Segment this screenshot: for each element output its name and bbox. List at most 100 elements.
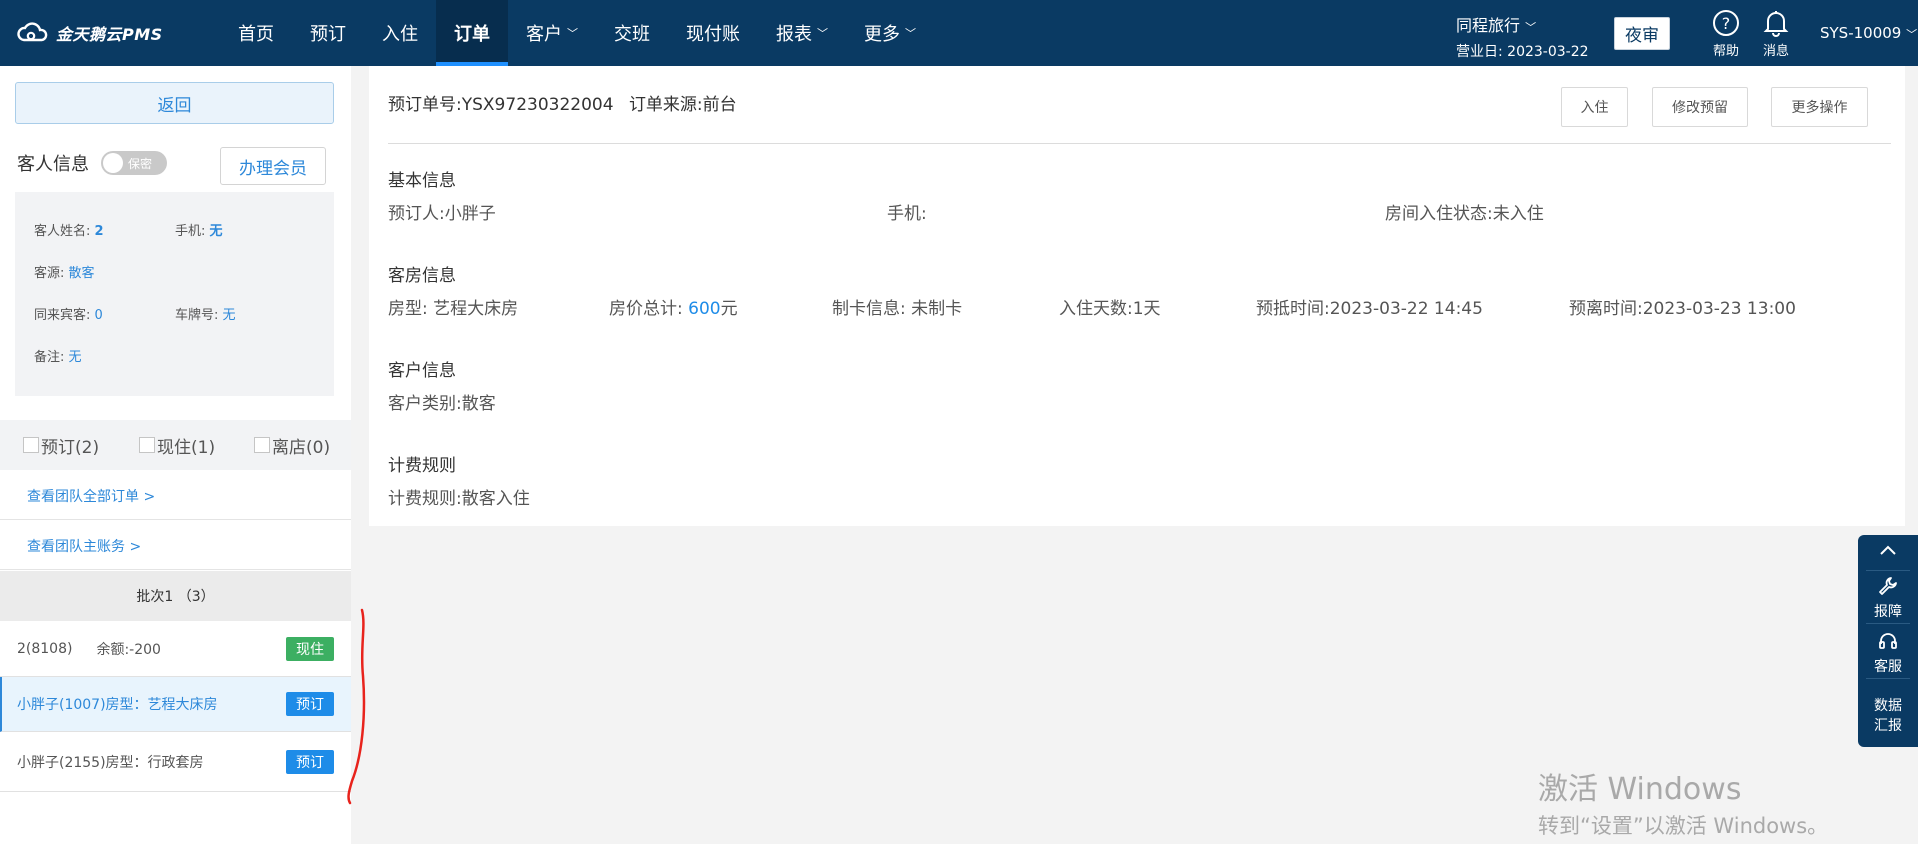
order-detail-panel: 预订单号:YSX97230322004 订单来源:前台 入住 修改预留 更多操作…	[369, 66, 1905, 526]
room-list-item[interactable]: 小胖子(2155)房型：行政套房 预订	[0, 732, 351, 792]
customer-category-value: 散客	[461, 394, 496, 414]
divider	[1866, 678, 1910, 679]
remark-field: 备注: 无	[34, 346, 82, 365]
wrench-icon	[1879, 577, 1897, 595]
filter-in-house-checkbox[interactable]: 现住(1)	[139, 433, 215, 458]
room-name: 小胖子(2155)房型：行政套房	[17, 754, 204, 771]
view-team-orders-link[interactable]: 查看团队全部订单 >	[0, 472, 351, 520]
divider	[1866, 570, 1910, 571]
hotel-name: 同程旅行	[1456, 16, 1521, 35]
room-type-value: 艺程大床房	[433, 299, 519, 319]
customer-service-button[interactable]: 客服	[1858, 630, 1918, 676]
data-report-label-1: 数据	[1874, 698, 1902, 714]
nav-checkin[interactable]: 入住	[364, 0, 436, 66]
arrival-value: 2023-03-22 14:45	[1329, 299, 1483, 319]
logo-text: 金天鹅云PMS	[56, 25, 163, 44]
room-price-field: 房价总计: 600元	[609, 294, 738, 319]
filter-checked-out-checkbox[interactable]: 离店(0)	[254, 433, 330, 458]
more-actions-button[interactable]: 更多操作	[1771, 87, 1868, 127]
order-source: 前台	[702, 95, 737, 115]
privacy-toggle[interactable]: 保密	[101, 151, 167, 175]
back-button[interactable]: 返回	[15, 82, 334, 124]
filter-label: 现住(1)	[157, 437, 216, 458]
chevron-down-icon: ﹀	[1906, 28, 1918, 41]
nav-reports[interactable]: 报表 ﹀	[758, 0, 846, 66]
toggle-knob	[103, 153, 123, 173]
guest-info-title: 客人信息	[17, 154, 89, 175]
order-source-label: 订单来源:	[628, 95, 703, 115]
svg-text:?: ?	[1722, 14, 1731, 33]
filter-label: 离店(0)	[272, 437, 331, 458]
view-team-master-account-link[interactable]: 查看团队主账务 >	[0, 522, 351, 570]
field-label: 预订人:	[388, 204, 445, 224]
remark-value: 无	[68, 350, 82, 365]
field-label: 车牌号:	[175, 308, 219, 323]
booker-value: 小胖子	[444, 204, 496, 224]
night-audit-button[interactable]: 夜审	[1614, 17, 1670, 50]
checkbox-box[interactable]	[139, 437, 155, 453]
red-annotation-stroke	[347, 608, 366, 805]
status-badge: 现住	[286, 636, 334, 661]
guest-name-value: 2	[94, 224, 104, 239]
booker-field: 预订人:小胖子	[388, 199, 496, 224]
chevron-down-icon: ﹀	[905, 27, 916, 40]
data-report-button[interactable]: 数据 汇报	[1858, 695, 1918, 735]
messages-label: 消息	[1762, 44, 1789, 59]
guest-source-field: 客源: 散客	[34, 262, 95, 281]
report-issue-button[interactable]: 报障	[1858, 575, 1918, 621]
room-list-item[interactable]: 小胖子(1007)房型：艺程大床房 预订	[0, 677, 351, 732]
filter-label: 预订(2)	[41, 437, 100, 458]
nav-home[interactable]: 首页	[220, 0, 292, 66]
nav-customers[interactable]: 客户 ﹀	[508, 0, 596, 66]
guest-source-value: 散客	[68, 266, 95, 281]
room-list-item[interactable]: 2(8108) 余额:-200 现住	[0, 621, 351, 677]
billing-rule-value: 散客入住	[461, 489, 530, 509]
headset-icon	[1879, 633, 1897, 649]
filter-reserved-checkbox[interactable]: 预订(2)	[23, 433, 99, 458]
field-label: 入住天数:	[1059, 299, 1133, 319]
nav-cash-account[interactable]: 现付账	[668, 0, 758, 66]
nav-more[interactable]: 更多 ﹀	[846, 0, 934, 66]
departure-field: 预离时间:2023-03-23 13:00	[1569, 294, 1796, 319]
room-type-field: 房型: 艺程大床房	[388, 294, 518, 319]
nav-reservation[interactable]: 预订	[292, 0, 364, 66]
card-field: 制卡信息: 未制卡	[832, 294, 962, 319]
guest-phone-field: 手机: 无	[175, 220, 223, 239]
service-label: 客服	[1874, 659, 1902, 675]
main-nav: 首页 预订 入住 订单 客户 ﹀ 交班 现付账 报表 ﹀ 更多 ﹀	[220, 0, 934, 66]
order-number-label: 预订单号:	[388, 95, 462, 115]
bell-icon	[1752, 8, 1800, 38]
field-label: 手机:	[175, 224, 206, 239]
room-status-value: 未入住	[1492, 204, 1544, 224]
field-label: 预离时间:	[1569, 299, 1643, 319]
checkbox-box[interactable]	[23, 437, 39, 453]
batch-header[interactable]: 批次1 （3）	[0, 571, 351, 621]
user-menu[interactable]: SYS-10009 ﹀	[1820, 24, 1917, 42]
companions-value[interactable]: 0	[95, 308, 103, 323]
messages-button[interactable]: 消息	[1752, 8, 1800, 59]
order-number: YSX97230322004	[461, 95, 614, 115]
help-label: 帮助	[1712, 44, 1739, 59]
room-price-value[interactable]: 600	[688, 299, 720, 319]
modify-reservation-button[interactable]: 修改预留	[1652, 87, 1748, 127]
scroll-top-button[interactable]	[1858, 543, 1918, 561]
field-label: 房价总计:	[609, 299, 683, 319]
help-button[interactable]: ? 帮助	[1702, 8, 1750, 59]
arrival-field: 预抵时间:2023-03-22 14:45	[1256, 294, 1483, 319]
hotel-selector[interactable]: 同程旅行 ﹀ 营业日: 2023-03-22	[1456, 12, 1589, 61]
app-logo[interactable]: 金天鹅云PMS	[16, 21, 163, 45]
business-date: 营业日: 2023-03-22	[1456, 41, 1589, 61]
checkbox-box[interactable]	[254, 437, 270, 453]
customer-category-field: 客户类别:散客	[388, 389, 496, 414]
checkin-button[interactable]: 入住	[1561, 87, 1628, 127]
nav-orders[interactable]: 订单	[436, 0, 508, 66]
field-label: 计费规则:	[388, 489, 462, 509]
billing-rule-title: 计费规则	[388, 456, 456, 476]
field-label: 手机:	[887, 204, 927, 224]
room-name: 2(8108)	[17, 640, 73, 657]
nav-shift[interactable]: 交班	[596, 0, 668, 66]
plate-field: 车牌号: 无	[175, 304, 236, 323]
register-member-button[interactable]: 办理会员	[220, 147, 326, 185]
room-name: 小胖子(1007)房型：艺程大床房	[17, 697, 218, 713]
nav-label: 预订	[310, 24, 346, 45]
